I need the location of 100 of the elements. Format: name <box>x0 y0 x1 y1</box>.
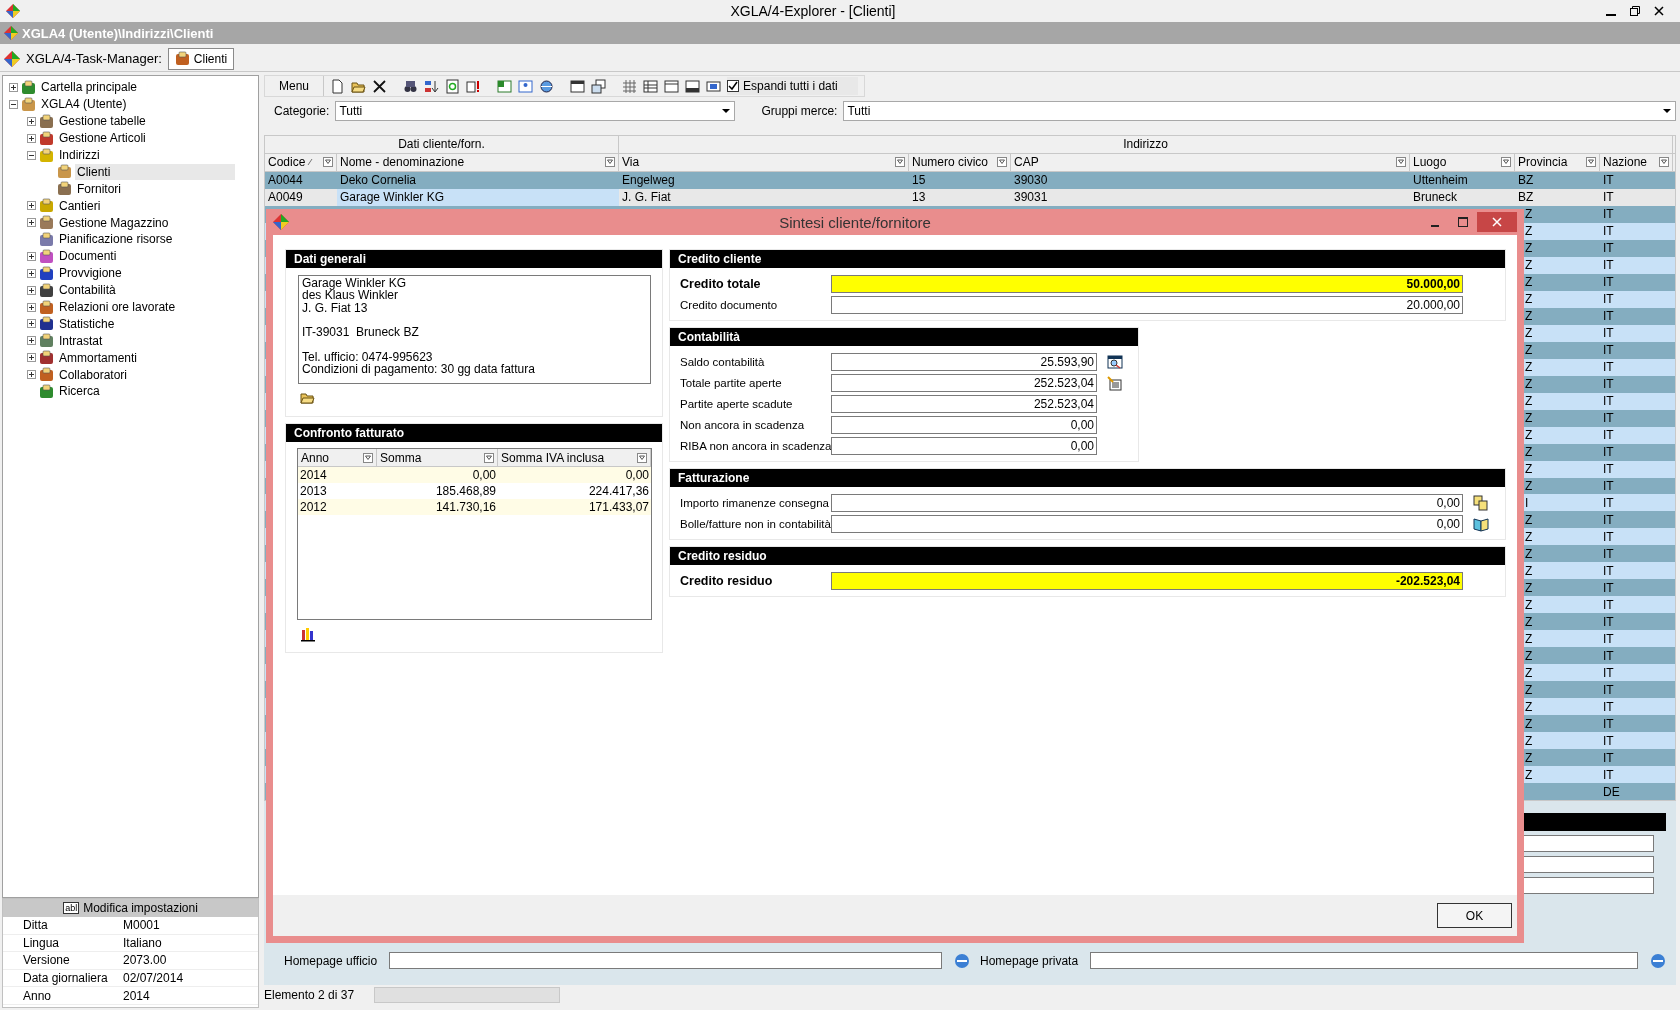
filter-dropdown[interactable]: Tutti <box>843 101 1676 121</box>
column-header[interactable]: Nazione <box>1600 153 1673 171</box>
table-icon[interactable] <box>643 78 659 94</box>
column-header[interactable]: Numero civico <box>909 153 1011 171</box>
print-preview-icon[interactable] <box>706 78 722 94</box>
column-header[interactable]: CAP <box>1011 153 1410 171</box>
open-folder-icon[interactable] <box>300 390 318 406</box>
checkbox[interactable] <box>727 80 740 92</box>
tree-item[interactable]: Statistiche <box>57 315 117 332</box>
filter-icon[interactable] <box>1586 157 1596 168</box>
filter-icon[interactable] <box>484 452 494 463</box>
filter-icon[interactable] <box>637 452 647 463</box>
tree-item[interactable]: Fornitori <box>75 180 123 197</box>
input-field[interactable] <box>389 952 942 969</box>
expand-toggle[interactable] <box>27 133 36 143</box>
menu-button[interactable]: Menu <box>271 76 325 96</box>
windows-icon[interactable] <box>591 78 607 94</box>
new-document-icon[interactable] <box>330 78 346 94</box>
section-header: Dati generali <box>286 250 662 268</box>
tree-item[interactable]: XGLA4 (Utente) <box>39 96 129 113</box>
tree-item[interactable]: Ammortamenti <box>57 349 140 366</box>
filter-icon[interactable] <box>1659 157 1669 168</box>
tree-item[interactable]: Provvigione <box>57 265 124 282</box>
input-field[interactable] <box>1090 952 1638 969</box>
tree-item[interactable]: Indirizzi <box>57 147 102 163</box>
expand-toggle[interactable] <box>27 370 36 380</box>
panel-icon[interactable] <box>664 78 680 94</box>
delete-icon[interactable] <box>372 78 388 94</box>
notes-icon[interactable] <box>1107 375 1123 391</box>
column-header[interactable]: Nome - denominazione <box>337 153 619 171</box>
refresh-icon[interactable] <box>445 78 461 94</box>
filter-icon[interactable] <box>1501 157 1511 168</box>
tree-item[interactable]: Cantieri <box>57 197 103 214</box>
tree-item[interactable]: Pianificazione risorse <box>57 231 175 248</box>
expand-toggle[interactable] <box>27 319 36 329</box>
column-header[interactable]: Provincia <box>1515 153 1600 171</box>
tree-item[interactable]: Gestione tabelle <box>57 113 148 130</box>
expand-toggle[interactable] <box>9 82 18 92</box>
table-cell: IT <box>1603 716 1614 731</box>
section-header: Credito cliente <box>670 250 1505 268</box>
close-icon[interactable] <box>1654 6 1664 16</box>
search-window-icon[interactable] <box>1107 354 1123 370</box>
expand-all-checkbox[interactable]: Espandi tutti i dati <box>727 77 858 95</box>
sort-icon[interactable] <box>424 78 440 94</box>
section-header: Contabilità <box>670 328 1138 346</box>
expand-toggle[interactable] <box>27 336 36 346</box>
tree-item[interactable]: Documenti <box>57 248 119 265</box>
tree-item[interactable]: Intrastat <box>57 332 105 349</box>
module-icon <box>39 350 54 366</box>
column-header[interactable]: Luogo <box>1410 153 1515 171</box>
filter-icon[interactable] <box>363 452 373 463</box>
filter-icon[interactable] <box>605 157 615 168</box>
ok-button[interactable]: OK <box>1437 903 1512 928</box>
expand-toggle[interactable] <box>27 353 36 363</box>
expand-toggle[interactable] <box>27 285 36 295</box>
filter-icon[interactable] <box>895 157 905 168</box>
expand-toggle[interactable] <box>27 150 36 160</box>
grid-icon[interactable] <box>622 78 638 94</box>
tree-item[interactable]: Ricerca <box>57 383 102 400</box>
filter-dropdown[interactable]: Tutti <box>335 101 736 121</box>
expand-toggle[interactable] <box>9 99 18 109</box>
column-header[interactable]: Somma IVA inclusa <box>498 449 651 466</box>
filter-icon[interactable] <box>1396 157 1406 168</box>
column-header[interactable]: Anno <box>298 449 377 466</box>
book-icon[interactable] <box>1473 516 1489 532</box>
expand-toggle[interactable] <box>27 116 36 126</box>
panel-bottom-icon[interactable] <box>685 78 701 94</box>
tree-item[interactable]: Relazioni ore lavorate <box>57 299 178 315</box>
copy-documents-icon[interactable] <box>1473 495 1489 511</box>
tree-item[interactable]: Clienti <box>75 163 235 180</box>
tree-item[interactable]: Gestione Articoli <box>57 130 148 147</box>
table-cell: Z <box>1525 394 1533 409</box>
table-cell: IT <box>1603 394 1614 409</box>
task-tab[interactable]: Clienti <box>167 47 235 70</box>
window-layout-icon[interactable] <box>570 78 586 94</box>
restore-icon[interactable] <box>1630 6 1640 16</box>
filter-icon[interactable] <box>997 157 1007 168</box>
expand-toggle[interactable] <box>27 268 36 278</box>
expand-toggle[interactable] <box>27 201 36 211</box>
table-cell: IT <box>1603 377 1614 392</box>
module-icon <box>39 265 54 281</box>
value-field: 252.523,04 <box>831 395 1097 413</box>
tree-item[interactable]: Contabilità <box>57 282 118 299</box>
bar-chart-icon[interactable] <box>300 626 318 642</box>
spreadsheet-icon[interactable] <box>497 78 513 94</box>
alert-document-icon[interactable] <box>466 78 482 94</box>
column-header[interactable]: Via <box>619 153 909 171</box>
expand-toggle[interactable] <box>27 251 36 261</box>
tree-item[interactable]: Cartella principale <box>39 79 140 96</box>
document-icon[interactable] <box>518 78 534 94</box>
table-cell-text: 2013 <box>299 483 328 499</box>
tree-item[interactable]: Collaboratori <box>57 366 130 383</box>
tree-item[interactable]: Gestione Magazzino <box>57 214 171 231</box>
expand-toggle[interactable] <box>27 302 36 312</box>
expand-toggle[interactable] <box>27 218 36 228</box>
column-header[interactable]: Codice <box>265 153 337 171</box>
table-cell: IT <box>1603 546 1614 561</box>
column-header[interactable]: Somma <box>377 449 498 466</box>
module-icon <box>39 282 54 298</box>
filter-icon[interactable] <box>323 157 333 168</box>
